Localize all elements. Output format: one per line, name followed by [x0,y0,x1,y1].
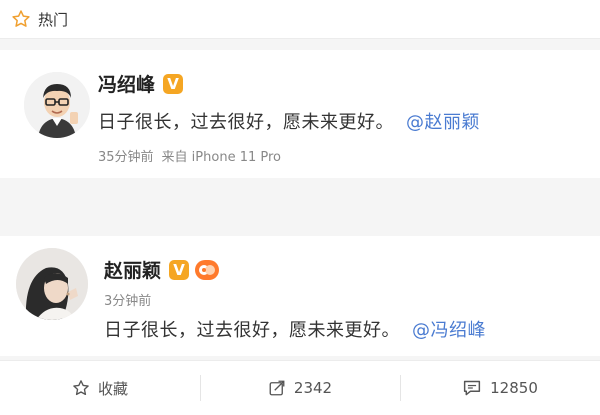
post-card: 冯绍峰 V 日子很长，过去很好，愿未来更好。 @赵丽颖 35分钟前 来自 iPhon… [0,50,600,178]
post-text-container: 日子很长，过去很好，愿未来更好。 @冯绍峰 [104,316,486,342]
post-time[interactable]: 3分钟前 [104,294,151,309]
post-text: 日子很长，过去很好，愿未来更好。 [98,112,394,133]
fan-badge-icon [195,259,220,280]
avatar[interactable] [24,72,90,138]
star-outline-icon [72,379,90,397]
comment-icon [462,379,482,397]
post-source: 来自 iPhone 11 Pro [161,150,281,165]
hot-tab-label[interactable]: 热门 [38,9,68,30]
post-text: 日子很长，过去很好，愿未来更好。 [104,320,400,341]
author-name[interactable]: 冯绍峰 [98,70,155,97]
hot-section-header: 热门 [0,0,600,39]
action-bar: 收藏 2342 12850 [0,360,600,415]
post-card: 赵丽颖 V 3分钟前 日子很长，过去很好，愿未来更好。 @冯绍峰 [0,236,600,356]
verified-badge: V [163,73,184,94]
mention-link[interactable]: @赵丽颖 [406,112,480,133]
post-meta: 35分钟前 来自 iPhone 11 Pro [98,146,281,165]
mention-link[interactable]: @冯绍峰 [412,320,486,341]
post-meta: 3分钟前 [104,290,151,309]
avatar[interactable] [16,248,88,320]
repost-count: 2342 [293,379,333,397]
favorite-label: 收藏 [97,379,128,398]
repost-button[interactable]: 2342 [200,361,400,415]
comment-button[interactable]: 12850 [400,361,600,415]
comment-count: 12850 [490,379,538,397]
verified-badge: V [169,259,190,280]
post-time[interactable]: 35分钟前 [98,150,154,165]
author-name[interactable]: 赵丽颖 [104,256,161,283]
post-text-container: 日子很长，过去很好，愿未来更好。 @赵丽颖 [98,108,480,134]
star-icon [10,8,32,30]
repost-icon [268,379,286,397]
favorite-button[interactable]: 收藏 [0,361,200,415]
